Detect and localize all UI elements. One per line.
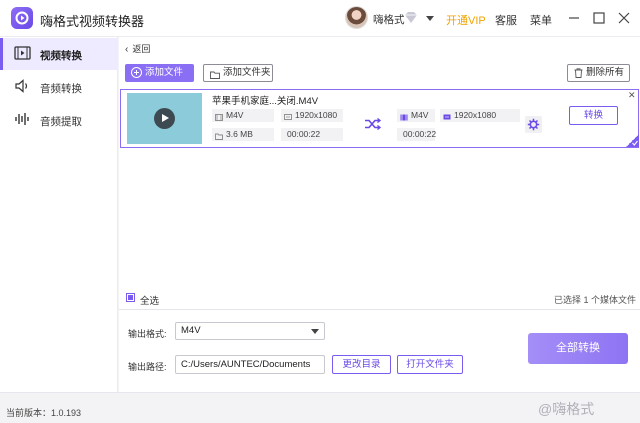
target-resolution: 1920x1080 xyxy=(440,109,520,122)
source-duration: 00:00:22 xyxy=(281,128,343,141)
source-size: 3.6 MB xyxy=(212,128,274,141)
maximize-icon[interactable] xyxy=(590,9,608,27)
output-format-value: M4V xyxy=(181,325,201,336)
chevron-down-icon xyxy=(311,329,319,334)
vip-link[interactable]: 开通VIP xyxy=(446,12,486,28)
convert-all-button[interactable]: 全部转换 xyxy=(528,333,628,364)
film-icon xyxy=(400,112,408,125)
delete-all-button[interactable]: 删除所有 xyxy=(567,64,630,82)
target-format: M4V xyxy=(397,109,435,122)
delete-all-label: 删除所有 xyxy=(586,67,625,78)
chevron-left-icon: ‹ xyxy=(125,44,129,55)
folder-icon xyxy=(215,131,223,144)
select-all-row: 全选 已选择 1 个媒体文件 xyxy=(119,289,640,307)
source-format-text: M4V xyxy=(226,110,244,120)
play-icon[interactable] xyxy=(154,108,175,129)
change-directory-button[interactable]: 更改目录 xyxy=(332,355,391,374)
watermark: @嗨格式 xyxy=(538,401,595,417)
select-all-checkbox[interactable] xyxy=(126,293,135,302)
add-file-label: 添加文件 xyxy=(145,67,184,78)
back-label: 返回 xyxy=(132,44,151,54)
add-folder-label: 添加文件夹 xyxy=(223,67,271,78)
source-resolution-text: 1920x1080 xyxy=(295,110,338,120)
chevron-down-icon[interactable] xyxy=(426,14,434,25)
film-icon xyxy=(215,112,223,125)
menu-link[interactable]: 菜单 xyxy=(530,12,552,28)
close-icon[interactable] xyxy=(615,9,633,27)
speaker-icon xyxy=(14,79,31,96)
video-icon xyxy=(14,46,31,63)
add-file-button[interactable]: 添加文件 xyxy=(125,64,194,82)
target-format-text: M4V xyxy=(411,110,429,120)
video-thumbnail[interactable] xyxy=(127,93,202,144)
selected-check-icon xyxy=(626,134,639,147)
output-path-field[interactable]: C:/Users/AUNTEC/Documents xyxy=(175,355,325,374)
screen-icon xyxy=(443,112,451,125)
output-format-label: 输出格式: xyxy=(128,329,167,339)
folder-icon xyxy=(210,69,220,85)
sidebar-item-video-convert[interactable]: 视频转换 xyxy=(0,38,118,70)
sidebar: 视频转换 音频转换 音频提取 xyxy=(0,37,118,392)
gear-icon[interactable] xyxy=(525,116,542,133)
username[interactable]: 嗨格式 xyxy=(373,12,405,27)
trash-icon xyxy=(574,68,583,84)
add-folder-button[interactable]: 添加文件夹 xyxy=(203,64,273,82)
open-folder-button[interactable]: 打开文件夹 xyxy=(397,355,463,374)
sidebar-item-label: 音频转换 xyxy=(40,83,82,95)
service-link[interactable]: 客服 xyxy=(495,12,517,28)
title-bar: 嗨格式视频转换器 嗨格式 开通VIP 客服 菜单 xyxy=(0,0,640,37)
remove-file-icon[interactable]: ✕ xyxy=(628,90,636,101)
target-duration-text: 00:00:22 xyxy=(403,129,437,139)
version-text: 当前版本：1.0.193 xyxy=(6,408,82,418)
app-title: 嗨格式视频转换器 xyxy=(40,14,145,29)
target-resolution-text: 1920x1080 xyxy=(454,110,497,120)
plus-circle-icon xyxy=(131,67,142,78)
target-duration: 00:00:22 xyxy=(397,128,437,141)
divider xyxy=(119,309,640,310)
minimize-icon[interactable] xyxy=(565,9,583,27)
sidebar-item-label: 音频提取 xyxy=(40,116,82,128)
avatar[interactable] xyxy=(345,6,368,29)
output-format-select[interactable]: M4V xyxy=(175,322,325,340)
source-format: M4V xyxy=(212,109,274,122)
shuffle-icon xyxy=(364,117,382,134)
source-size-text: 3.6 MB xyxy=(226,129,253,139)
select-all-label[interactable]: 全选 xyxy=(140,293,159,307)
selected-count: 已选择 1 个媒体文件 xyxy=(554,295,637,305)
file-card[interactable]: 苹果手机家庭...关闭.M4V M4V 1920x1080 3.6 MB 00:… xyxy=(120,89,639,148)
member-badge-icon xyxy=(403,11,419,27)
source-duration-text: 00:00:22 xyxy=(287,129,321,139)
file-name: 苹果手机家庭...关闭.M4V xyxy=(212,96,319,107)
sidebar-item-audio-convert[interactable]: 音频转换 xyxy=(0,71,118,103)
main-panel: ‹ 返回 添加文件 添加文件夹 删除所有 苹果手机家庭...关闭.M4V M4V … xyxy=(119,37,640,392)
app-logo-icon xyxy=(11,7,33,29)
status-bar: 当前版本：1.0.193 @嗨格式 xyxy=(0,392,640,423)
sidebar-item-audio-extract[interactable]: 音频提取 xyxy=(0,104,118,136)
convert-button[interactable]: 转换 xyxy=(569,106,618,125)
waveform-icon xyxy=(14,112,31,129)
back-link[interactable]: ‹ 返回 xyxy=(125,42,150,55)
sidebar-item-label: 视频转换 xyxy=(40,50,82,62)
source-resolution: 1920x1080 xyxy=(281,109,343,122)
screen-icon xyxy=(284,112,292,125)
output-path-label: 输出路径: xyxy=(128,362,167,372)
